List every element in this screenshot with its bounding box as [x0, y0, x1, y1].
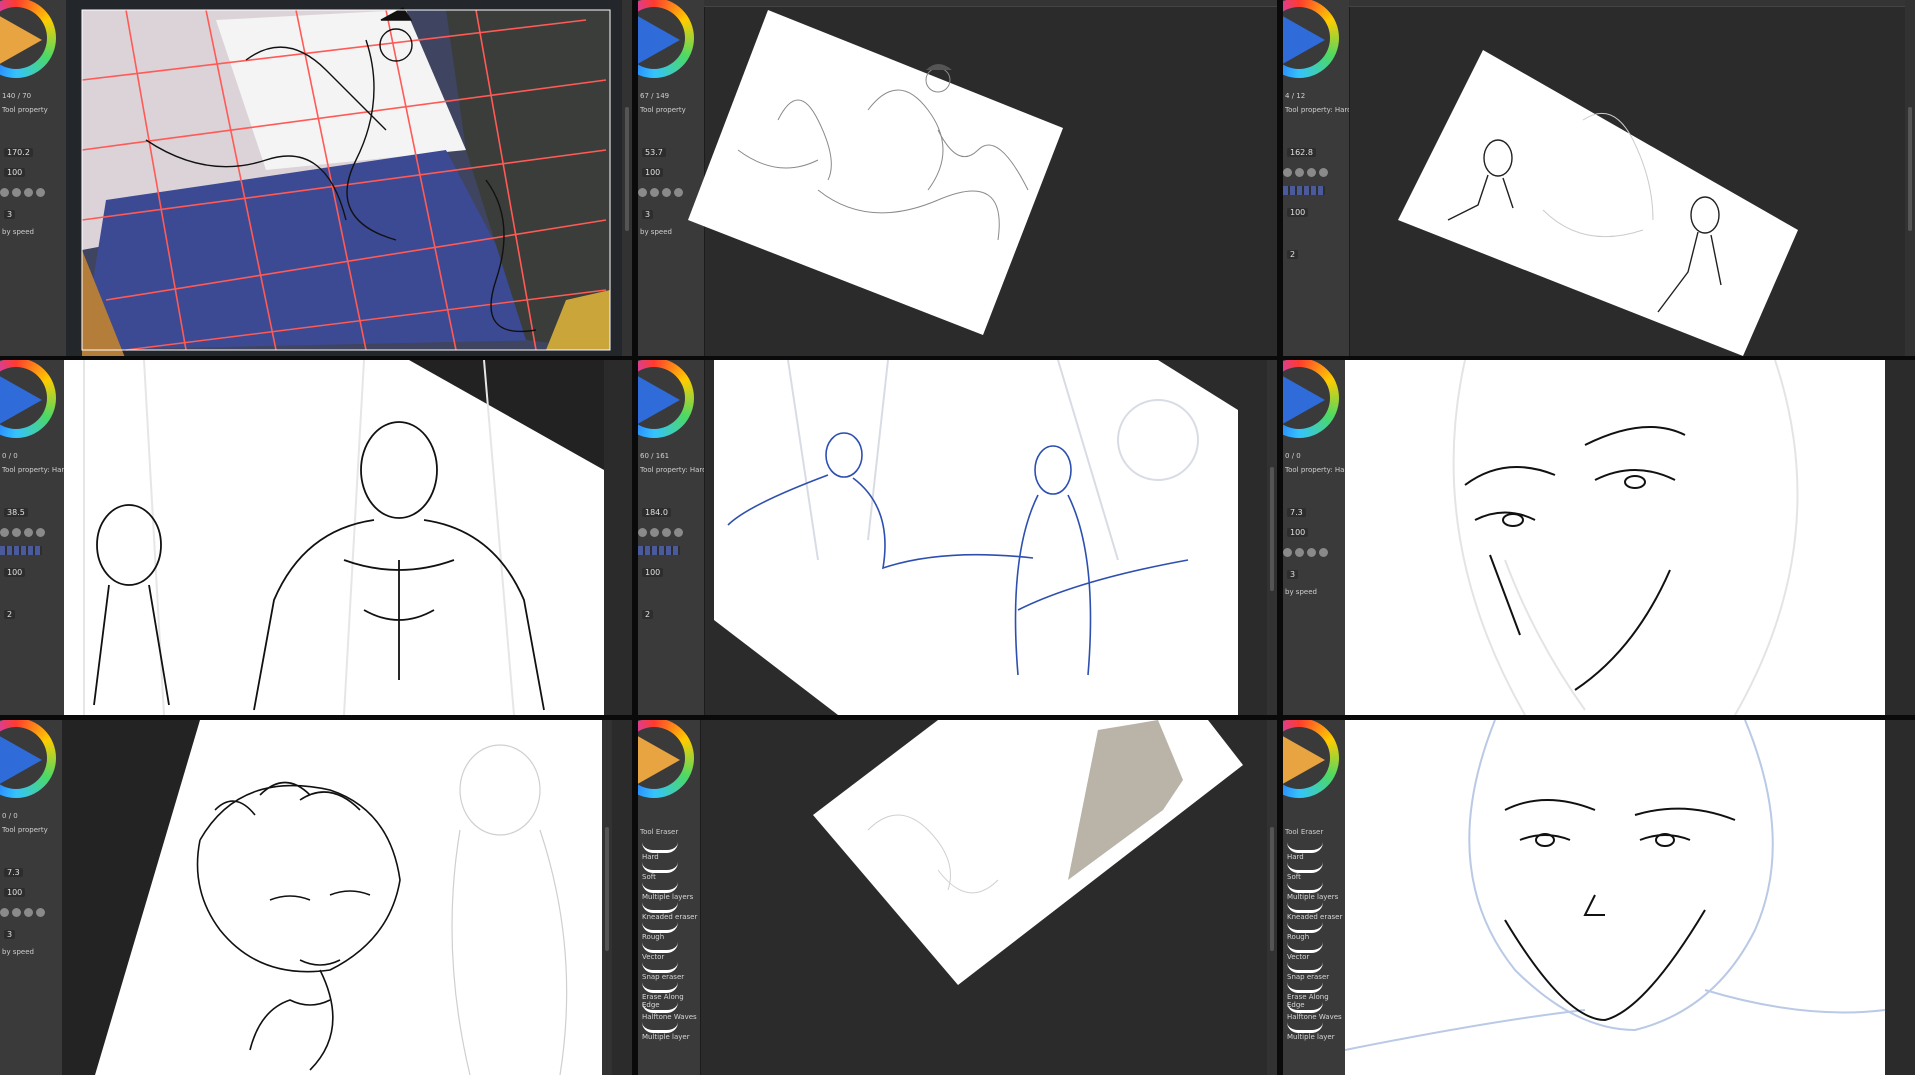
rotated-sketch-canvas[interactable]	[638, 0, 1277, 356]
brush-tip-options[interactable]	[0, 528, 50, 540]
face-sketch-canvas[interactable]	[1345, 720, 1915, 1075]
panel-1: 140 / 70 Tool property 170.2 100 3 by sp…	[0, 0, 632, 356]
tool-property-label: Tool property	[2, 106, 48, 114]
color-triangle[interactable]	[0, 734, 42, 786]
color-triangle[interactable]	[0, 374, 42, 426]
panel-3: 4 / 12 Tool property: Hard 162.8 100 2	[1283, 0, 1915, 356]
brush-item[interactable]: Snap eraser	[1287, 962, 1329, 981]
canvas-area[interactable]	[66, 0, 622, 356]
color-triangle[interactable]	[638, 14, 680, 66]
panel-8: Tool Eraser Hard Soft Multiple layers Kn…	[638, 720, 1277, 1075]
brush-tip-options[interactable]	[0, 188, 50, 200]
brush-density-bars[interactable]	[0, 546, 42, 555]
scrollbar[interactable]	[1905, 0, 1915, 356]
color-triangle[interactable]	[1283, 734, 1325, 786]
tool-sidebar: 0 / 0 Tool property: Hard 7.3 100 3 by s…	[1283, 360, 1350, 715]
brush-item[interactable]: Soft	[1287, 862, 1323, 881]
brush-size-field[interactable]: 7.3	[1287, 508, 1306, 517]
brush-item[interactable]: Multiple layers	[1287, 882, 1338, 901]
artwork-room-perspective	[81, 7, 611, 356]
rotated-sketch-canvas[interactable]	[638, 360, 1277, 715]
tool-sidebar: Tool Eraser Hard Soft Multiple layers Kn…	[1283, 720, 1346, 1075]
face-sketch-canvas[interactable]	[1345, 360, 1915, 715]
scrollbar[interactable]	[1267, 360, 1277, 715]
opacity-field[interactable]: 100	[4, 568, 26, 577]
wheel-readout: 0 / 0	[2, 452, 18, 460]
panel-4: 0 / 0 Tool property: Hard 38.5 100 2	[0, 360, 632, 715]
color-triangle[interactable]	[638, 734, 680, 786]
panel-5: 60 / 161 Tool property: Hard 184.0 100 2	[638, 360, 1277, 715]
speed-label: by speed	[1285, 588, 1317, 596]
tool-sidebar: 0 / 0 Tool property: Hard 38.5 100 2	[0, 360, 65, 715]
brush-item[interactable]: Rough	[1287, 922, 1323, 941]
portrait-sketch-canvas[interactable]	[0, 720, 632, 1075]
scrollbar[interactable]	[602, 720, 612, 1075]
color-triangle[interactable]	[638, 374, 680, 426]
opacity-field[interactable]: 100	[1287, 528, 1309, 537]
figure-sketch-canvas[interactable]	[64, 360, 632, 715]
rotated-canvas-view[interactable]	[638, 720, 1277, 1075]
tutorial-collage: 140 / 70 Tool property 170.2 100 3 by sp…	[0, 0, 1915, 1075]
count-field[interactable]: 3	[4, 210, 16, 219]
panel-9: Tool Eraser Hard Soft Multiple layers Kn…	[1283, 720, 1915, 1075]
brush-tip-options[interactable]	[1283, 548, 1333, 560]
tool-property-label: Tool Eraser	[1285, 828, 1324, 836]
opacity-field[interactable]: 100	[4, 168, 26, 177]
color-triangle[interactable]	[0, 14, 42, 66]
brush-item[interactable]: Vector	[1287, 942, 1323, 961]
tool-property-label: Tool property: Hard	[2, 466, 65, 474]
brush-item[interactable]: Hard	[1287, 842, 1323, 861]
panel-2: 67 / 149 Tool property 53.7 100 3 by spe…	[638, 0, 1277, 356]
count-field[interactable]: 2	[4, 610, 16, 619]
scrollbar[interactable]	[1267, 720, 1277, 1075]
scrollbar[interactable]	[622, 0, 632, 356]
wheel-readout: 140 / 70	[2, 92, 32, 100]
tool-sidebar: 140 / 70 Tool property 170.2 100 3 by sp…	[0, 0, 67, 356]
tool-property-label: Tool property: Hard	[1285, 466, 1350, 474]
brush-item[interactable]: Multiple layer	[1287, 1022, 1335, 1041]
color-triangle[interactable]	[1283, 14, 1325, 66]
speed-label: by speed	[2, 228, 34, 236]
brush-size-field[interactable]: 170.2	[4, 148, 33, 157]
brush-item[interactable]: Kneaded eraser	[1287, 902, 1342, 921]
rotated-sketch-canvas[interactable]	[1283, 0, 1915, 356]
color-triangle[interactable]	[1283, 374, 1325, 426]
wheel-readout: 0 / 0	[1285, 452, 1301, 460]
count-field[interactable]: 3	[1287, 570, 1299, 579]
panel-7: 0 / 0 Tool property 7.3 100 3 by speed	[0, 720, 632, 1075]
brush-item[interactable]: Halftone Waves	[1287, 1002, 1342, 1021]
panel-6: 0 / 0 Tool property: Hard 7.3 100 3 by s…	[1283, 360, 1915, 715]
brush-size-field[interactable]: 38.5	[4, 508, 28, 517]
